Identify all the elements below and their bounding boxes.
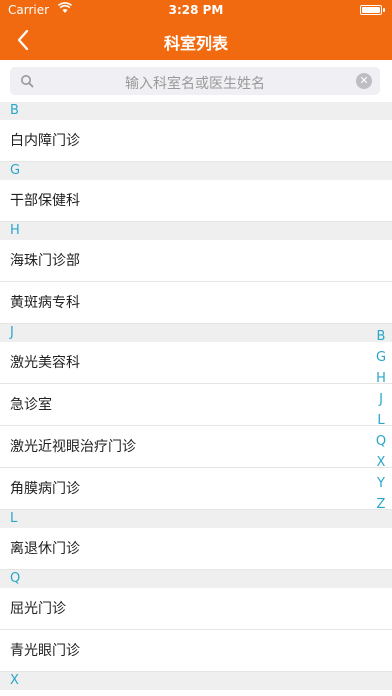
clear-icon[interactable]: ✕: [356, 73, 372, 89]
index-letter[interactable]: L: [374, 410, 388, 431]
section-header: L: [0, 510, 392, 528]
search-placeholder: 输入科室名或医生姓名: [125, 76, 265, 92]
section-header: G: [0, 162, 392, 180]
section-header: H: [0, 222, 392, 240]
department-list: B 白内障门诊 G 干部保健科 H 海珠门诊部 黄斑病专科 J 激光美容科 急诊室 激光近视眼治疗门…: [0, 102, 392, 696]
battery-icon: [360, 5, 385, 15]
department-row[interactable]: 海珠门诊部: [0, 240, 392, 282]
index-letter[interactable]: Q: [374, 431, 388, 452]
department-row[interactable]: 急诊室: [0, 384, 392, 426]
index-letter[interactable]: Z: [374, 494, 388, 515]
section-header: Q: [0, 570, 392, 588]
department-row[interactable]: 激光美容科: [0, 342, 392, 384]
index-letter[interactable]: J: [374, 389, 388, 410]
department-row[interactable]: 离退休门诊: [0, 528, 392, 570]
page-title: 科室列表: [163, 34, 228, 53]
department-row[interactable]: 屈光门诊: [0, 588, 392, 630]
index-letter[interactable]: G: [374, 347, 388, 368]
index-letter[interactable]: B: [374, 326, 388, 347]
search-input[interactable]: 输入科室名或医生姓名 ✕: [10, 67, 380, 95]
index-letter[interactable]: X: [374, 452, 388, 473]
department-row[interactable]: 青光眼门诊: [0, 630, 392, 672]
status-bar: Carrier 3:28 PM: [0, 0, 392, 20]
section-header: B: [0, 102, 392, 120]
department-row[interactable]: 干部保健科: [0, 180, 392, 222]
department-row[interactable]: 黄斑病专科: [0, 282, 392, 324]
index-letter[interactable]: Y: [374, 473, 388, 494]
header-bar: Carrier 3:28 PM 科室列表: [0, 0, 392, 60]
section-header: J: [0, 324, 392, 342]
status-time: 3:28 PM: [168, 3, 224, 17]
section-index[interactable]: BGHJLQXYZ: [374, 326, 388, 515]
department-row[interactable]: 角膜病门诊: [0, 468, 392, 510]
section-header: X: [0, 672, 392, 690]
nav-bar: 科室列表: [0, 20, 392, 60]
department-row[interactable]: 激光近视眼治疗门诊: [0, 426, 392, 468]
index-letter[interactable]: H: [374, 368, 388, 389]
department-row[interactable]: 白内障门诊: [0, 120, 392, 162]
search-bar: 输入科室名或医生姓名 ✕: [0, 60, 392, 102]
